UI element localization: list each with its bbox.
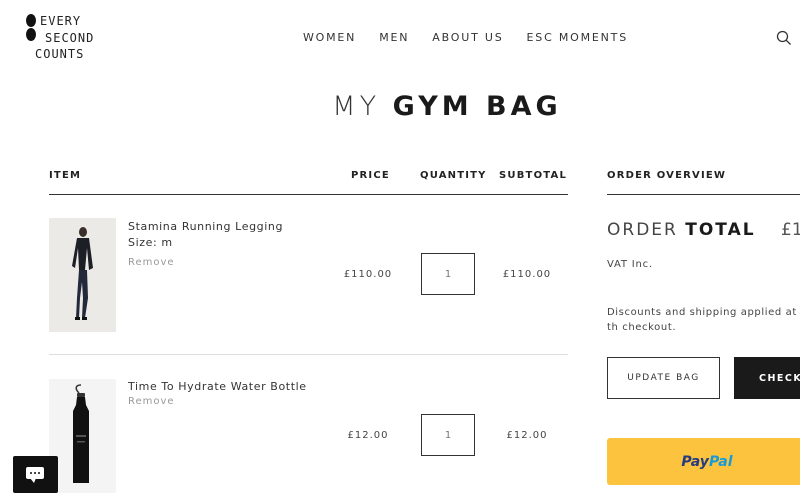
- quantity-input[interactable]: [421, 414, 475, 456]
- page-title-light: MY: [332, 91, 381, 122]
- col-price: PRICE: [351, 170, 390, 181]
- quantity-input[interactable]: [421, 253, 475, 295]
- order-total-label: ORDER TOTAL: [607, 220, 756, 240]
- col-item: ITEM: [49, 170, 82, 181]
- order-overview-header: ORDER OVERVIEW: [607, 166, 800, 195]
- paypal-button[interactable]: PayPal: [607, 438, 800, 485]
- nav-men[interactable]: MEN: [379, 31, 409, 44]
- product-price: £110.00: [343, 269, 393, 280]
- cart-table-header: ITEM PRICE QUANTITY SUBTOTAL: [49, 166, 568, 195]
- chat-widget-button[interactable]: [13, 456, 58, 493]
- order-total-value: £1: [781, 220, 800, 240]
- cart-row: Time To Hydrate Water Bottle Remove £12.…: [49, 356, 568, 504]
- product-name[interactable]: Stamina Running Legging: [128, 220, 283, 233]
- nav-women[interactable]: WOMEN: [303, 31, 356, 44]
- brand-line-1: EVERY: [40, 14, 82, 28]
- search-icon[interactable]: [776, 30, 792, 46]
- update-bag-button[interactable]: UPDATE BAG: [607, 357, 720, 399]
- checkout-button[interactable]: CHECK: [734, 357, 800, 399]
- paypal-label-2: Pal: [708, 453, 733, 470]
- product-size: Size: m: [128, 236, 173, 249]
- vat-note: VAT Inc.: [607, 259, 653, 270]
- product-name[interactable]: Time To Hydrate Water Bottle: [128, 380, 307, 393]
- brand-line-3: COUNTS: [35, 47, 85, 61]
- col-subtotal: SUBTOTAL: [499, 170, 568, 181]
- order-total-label-light: ORDER: [607, 220, 678, 240]
- discount-note: Discounts and shipping applied at th che…: [607, 307, 797, 333]
- product-image-legging[interactable]: [49, 218, 116, 332]
- page-title-bold: GYM BAG: [392, 91, 562, 122]
- product-image-bottle[interactable]: [49, 379, 116, 493]
- remove-link[interactable]: Remove: [128, 396, 175, 407]
- main-nav: WOMEN MEN ABOUT US ESC MOMENTS: [303, 31, 651, 44]
- col-quantity: QUANTITY: [420, 170, 487, 181]
- brand-logo[interactable]: EVERY SECOND COUNTS: [25, 13, 115, 65]
- order-overview-title: ORDER OVERVIEW: [607, 170, 727, 181]
- product-price: £12.00: [347, 430, 389, 441]
- product-subtotal: £110.00: [502, 269, 552, 280]
- order-total-label-bold: TOTAL: [685, 220, 756, 240]
- brand-line-2: SECOND: [45, 30, 95, 45]
- paypal-label-1: Pay: [681, 453, 709, 470]
- product-subtotal: £12.00: [506, 430, 548, 441]
- nav-esc-moments[interactable]: ESC MOMENTS: [527, 31, 628, 44]
- page-title: MY GYM BAG: [0, 91, 800, 122]
- remove-link[interactable]: Remove: [128, 257, 175, 268]
- nav-about-us[interactable]: ABOUT US: [432, 31, 503, 44]
- cart-row: Stamina Running Legging Size: m Remove £…: [49, 195, 568, 355]
